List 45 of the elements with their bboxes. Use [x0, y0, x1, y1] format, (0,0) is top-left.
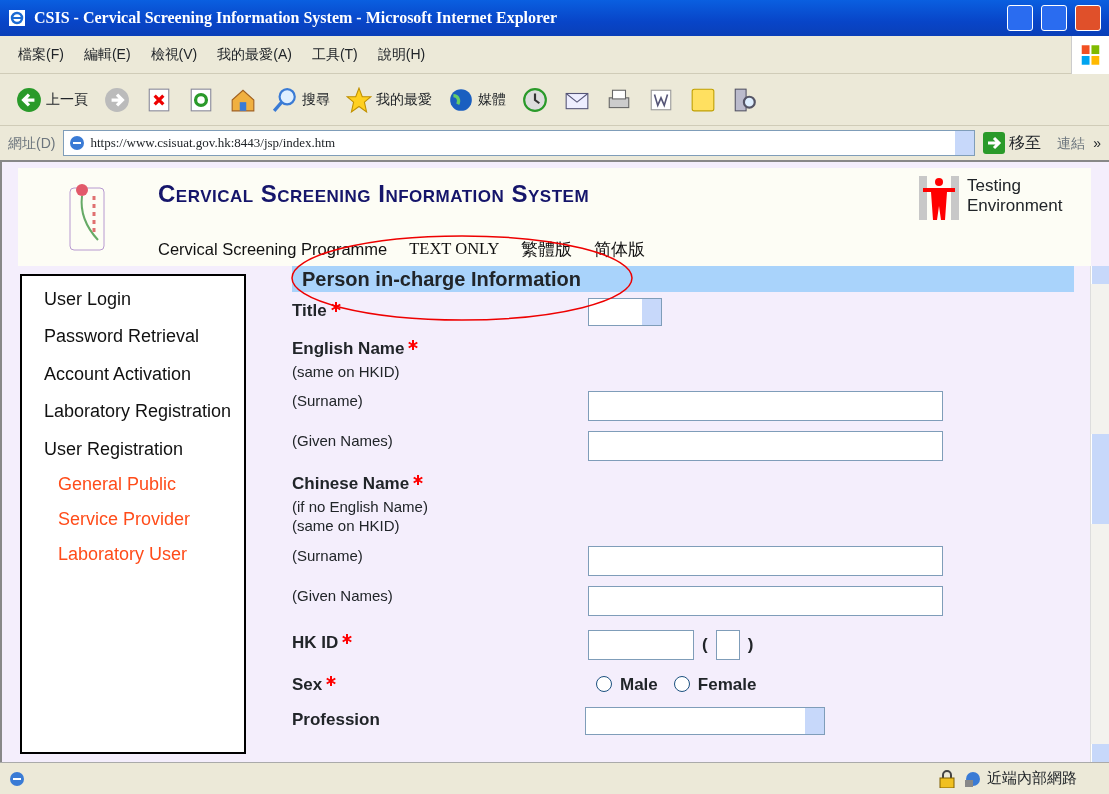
field-label: Title [292, 300, 327, 322]
sidebar-link[interactable]: Account Activation [44, 362, 244, 387]
environment-label: Testing Environment [967, 176, 1064, 216]
menu-item[interactable]: 我的最愛(A) [207, 44, 302, 65]
hint-text: (same on HKID) [292, 516, 401, 536]
go-button[interactable]: 移至 [983, 131, 1042, 155]
menu-item[interactable]: 編輯(E) [73, 44, 141, 65]
field-label: (Surname) [292, 391, 363, 411]
sidebar-link[interactable]: User Login [44, 288, 244, 312]
toolbar-button[interactable]: 我的最愛 [346, 86, 432, 113]
field-label: English Name [292, 338, 405, 360]
option-label: Female [697, 673, 757, 696]
menu-item[interactable]: 說明(H) [367, 44, 436, 65]
hint-text: (same on HKID) [292, 361, 401, 381]
menu-item[interactable]: 檔案(F) [8, 44, 74, 65]
option-label: Male [620, 673, 658, 696]
sidebar-link[interactable]: User Registration [44, 437, 244, 461]
address-field[interactable]: https://www.csisuat.gov.hk:8443/jsp/index.htm [63, 130, 976, 156]
address-label: 網址(D) [8, 133, 56, 153]
menu-item[interactable]: 工具(T) [301, 44, 368, 65]
sidebar-link[interactable]: Password Retrieval [44, 325, 244, 349]
menu-item[interactable]: 檢視(V) [140, 44, 208, 65]
toolbar-button[interactable]: 媒體 [448, 86, 506, 113]
header-link[interactable]: 简体版 [594, 237, 646, 262]
field-label: (Given Names) [292, 585, 393, 605]
header-link[interactable]: 繁體版 [521, 237, 573, 262]
bracket-text: ( [702, 633, 708, 656]
header-link[interactable]: TEXT ONLY [409, 237, 500, 262]
toolbar-button[interactable]: 搜尋 [272, 86, 330, 113]
bracket-text: ) [747, 633, 754, 656]
field-label: HK ID [292, 631, 339, 654]
hint-text: (if no English Name) [292, 496, 429, 516]
field-label: Chinese Name [292, 473, 410, 495]
section-heading: Person in-charge Information [292, 266, 1074, 292]
site-title: Cervical Screening Information System [158, 179, 591, 209]
sidebar-link[interactable]: Laboratory Registration [44, 400, 244, 424]
security-zone: 近端內部網路 [987, 768, 1077, 789]
field-label: (Given Names) [292, 431, 393, 451]
more-chevron[interactable]: » [1093, 132, 1101, 154]
toolbar-button[interactable]: 上一頁 [16, 86, 88, 113]
field-label: Sex [292, 673, 323, 696]
window-title: CSIS - Cervical Screening Information System - Microsoft Internet Explorer [34, 8, 559, 29]
field-label: (Surname) [292, 545, 363, 565]
field-label: Profession [292, 709, 380, 731]
links-label[interactable]: 連結 [1057, 132, 1086, 154]
